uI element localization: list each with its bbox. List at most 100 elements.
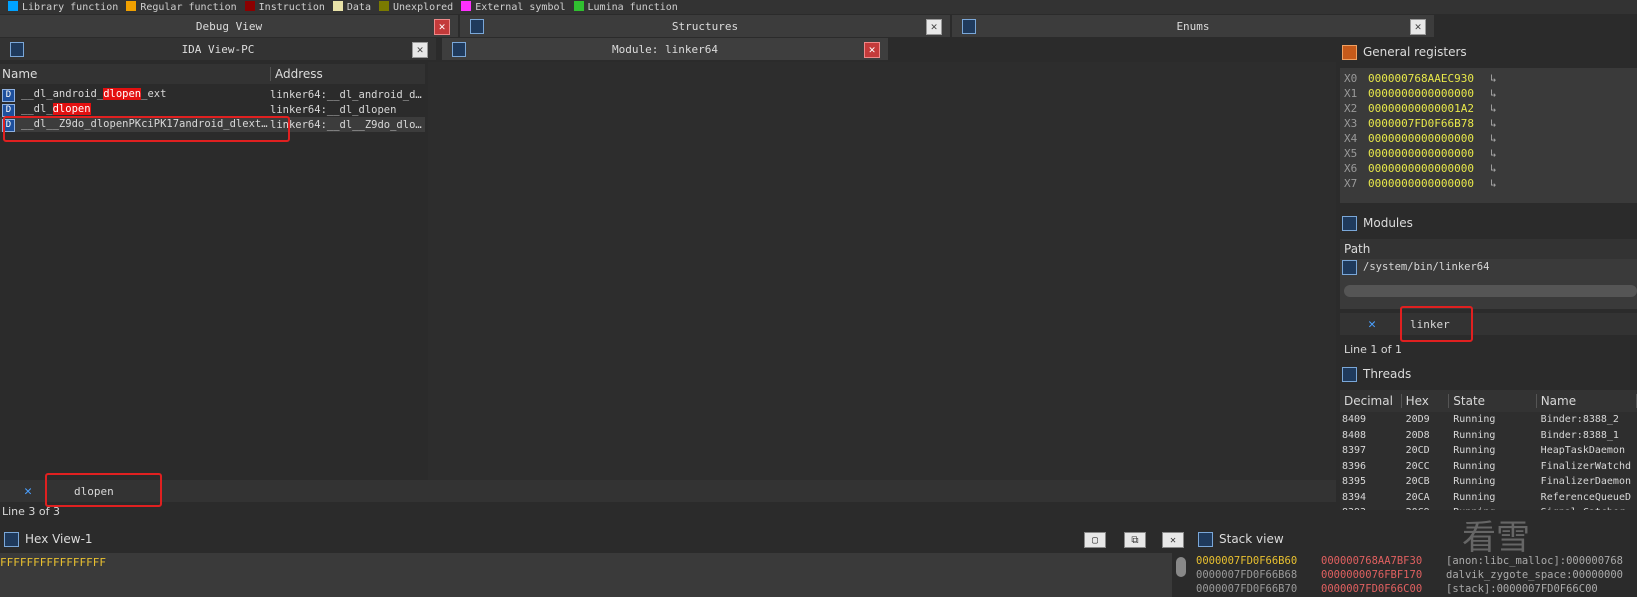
register-value[interactable]: 000000768AAEC930	[1368, 72, 1490, 85]
register-value[interactable]: 00000000000001A2	[1368, 102, 1490, 115]
close-icon[interactable]: ✕	[412, 42, 428, 58]
register-row[interactable]: X0 000000768AAEC930 ↳	[1340, 71, 1637, 86]
close-icon[interactable]: ✕	[926, 19, 942, 35]
register-row[interactable]: X6 0000000000000000 ↳	[1340, 161, 1637, 176]
registers-list: X0 000000768AAEC930 ↳ X1 0000000000000000 ↳ X2…	[1340, 68, 1637, 203]
register-value[interactable]: 0000000000000000	[1368, 147, 1490, 160]
jump-arrow-icon[interactable]: ↳	[1490, 132, 1497, 145]
thread-row[interactable]: 8409 20D9 Running Binder:8388_2	[1340, 412, 1637, 428]
register-row[interactable]: X4 0000000000000000 ↳	[1340, 131, 1637, 146]
thread-row[interactable]: 8394 20CA Running ReferenceQueueD	[1340, 490, 1637, 506]
stack-view-content: 0000007FD0F66B60 000000768AA7BF30 [anon:li…	[1196, 554, 1637, 597]
module-row[interactable]: /system/bin/linker64	[1340, 259, 1637, 275]
tab-ida-view-label: IDA View-PC	[181, 42, 255, 56]
tab-module-linker64[interactable]: Module: linker64 ✕	[442, 38, 888, 60]
registers-title: General registers	[1363, 45, 1467, 59]
jump-arrow-icon[interactable]: ↳	[1490, 72, 1497, 85]
modules-scrollbar[interactable]	[1344, 285, 1637, 297]
thread-cell: Running	[1453, 445, 1496, 457]
stack-value[interactable]: 0000000076FBF170	[1321, 569, 1446, 581]
thread-cell: 20CB	[1405, 476, 1430, 488]
thread-cell: 8393	[1340, 507, 1402, 510]
close-icon[interactable]: ✕	[864, 42, 880, 58]
register-row[interactable]: X7 0000000000000000 ↳	[1340, 176, 1637, 191]
threads-column-header[interactable]: Decimal	[1340, 394, 1402, 408]
jump-arrow-icon[interactable]: ↳	[1490, 177, 1497, 190]
thread-row[interactable]: 8408 20D8 Running Binder:8388_1	[1340, 428, 1637, 444]
name-prefix: __dl_android_	[21, 87, 104, 100]
thread-cell: 20D8	[1405, 429, 1430, 441]
register-row[interactable]: X2 00000000000001A2 ↳	[1340, 101, 1637, 116]
register-value[interactable]: 0000000000000000	[1368, 132, 1490, 145]
threads-column-header[interactable]: Name	[1537, 394, 1637, 408]
modules-path-header[interactable]: Path	[1340, 239, 1637, 259]
thread-row[interactable]: 8395 20CB Running FinalizerDaemon	[1340, 474, 1637, 490]
tab-enums-label: Enums	[1176, 19, 1210, 33]
legend-label: External symbol	[475, 2, 566, 13]
register-row[interactable]: X1 0000000000000000 ↳	[1340, 86, 1637, 101]
minimize-button[interactable]: ▢	[1084, 532, 1106, 548]
column-name-header[interactable]: Name	[0, 67, 271, 81]
jump-arrow-icon[interactable]: ↳	[1490, 162, 1497, 175]
module-content	[428, 62, 1336, 482]
stack-row[interactable]: 0000007FD0F66B68 0000000076FBF170 dalvik_z…	[1196, 568, 1637, 582]
tab-ida-view-pc[interactable]: IDA View-PC ✕	[0, 38, 436, 60]
tab-enums[interactable]: Enums ✕	[952, 15, 1434, 37]
thread-cell: 20CA	[1405, 491, 1430, 503]
close-button[interactable]: ✕	[1162, 532, 1184, 548]
stack-value[interactable]: 000000768AA7BF30	[1321, 555, 1446, 567]
register-value[interactable]: 0000000000000000	[1368, 177, 1490, 190]
close-icon[interactable]: ✕	[1410, 19, 1426, 35]
register-value[interactable]: 0000007FD0F66B78	[1368, 117, 1490, 130]
legend-item: External symbol	[461, 1, 566, 13]
close-icon[interactable]: ✕	[434, 19, 450, 35]
register-name: X4	[1344, 132, 1358, 145]
names-status: Line 3 of 3	[2, 505, 61, 518]
register-row[interactable]: X5 0000000000000000 ↳	[1340, 146, 1637, 161]
threads-column-header[interactable]: Hex	[1402, 394, 1450, 408]
thread-cell: 20CC	[1405, 460, 1430, 472]
thread-row[interactable]: 8397 20CD Running HeapTaskDaemon	[1340, 443, 1637, 459]
stack-row[interactable]: 0000007FD0F66B60 000000768AA7BF30 [anon:li…	[1196, 554, 1637, 568]
clear-filter-icon[interactable]: ✕	[1340, 317, 1404, 332]
thread-cell: 20D9	[1405, 414, 1430, 426]
name-prefix: __dl_	[21, 102, 53, 115]
highlight-box	[1400, 306, 1473, 342]
register-row[interactable]: X3 0000007FD0F66B78 ↳	[1340, 116, 1637, 131]
hex-scrollbar[interactable]	[1174, 553, 1188, 597]
jump-arrow-icon[interactable]: ↳	[1490, 102, 1497, 115]
tab-module-label: Module: linker64	[612, 42, 718, 56]
tab-structures[interactable]: Structures ✕	[460, 15, 950, 37]
modules-filter-bar: ✕ linker	[1340, 313, 1637, 335]
thread-cell: 8395	[1342, 476, 1367, 488]
table-row[interactable]: D __dl_dlopen linker64:__dl_dlopen	[0, 102, 425, 117]
threads-column-header[interactable]: State	[1449, 394, 1537, 408]
function-name-cell: D __dl_dlopen	[0, 102, 268, 117]
legend-item: Instruction	[244, 1, 325, 13]
register-name: X7	[1344, 177, 1358, 190]
legend-label: Library function	[22, 2, 119, 13]
tab-debug-view-label: Debug View	[195, 19, 263, 33]
data-badge-icon: D	[2, 103, 15, 117]
register-value[interactable]: 0000000000000000	[1368, 87, 1490, 100]
stack-value[interactable]: 0000007FD0F66C00	[1321, 583, 1446, 595]
table-row[interactable]: D __dl_android_dlopen_ext linker64:__dl_an…	[0, 87, 425, 102]
legend-label: Data	[346, 2, 371, 13]
jump-arrow-icon[interactable]: ↳	[1490, 147, 1497, 160]
legend-swatch	[573, 1, 584, 11]
register-value[interactable]: 0000000000000000	[1368, 162, 1490, 175]
legend-swatch	[126, 1, 137, 11]
structures-icon	[470, 19, 484, 34]
column-address-header[interactable]: Address	[271, 67, 323, 81]
jump-arrow-icon[interactable]: ↳	[1490, 87, 1497, 100]
thread-cell: ReferenceQueueD	[1540, 491, 1631, 503]
tab-debug-view[interactable]: Debug View ✕	[0, 15, 458, 37]
stack-row[interactable]: 0000007FD0F66B70 0000007FD0F66C00 [stack]:…	[1196, 582, 1637, 596]
float-button[interactable]: ⧉	[1124, 532, 1146, 548]
thread-row[interactable]: 8396 20CC Running FinalizerWatchd	[1340, 459, 1637, 475]
thread-cell: Running	[1453, 414, 1496, 426]
legend-item: Lumina function	[573, 1, 678, 13]
register-name: X3	[1344, 117, 1358, 130]
registers-icon	[1342, 44, 1357, 60]
jump-arrow-icon[interactable]: ↳	[1490, 117, 1497, 130]
